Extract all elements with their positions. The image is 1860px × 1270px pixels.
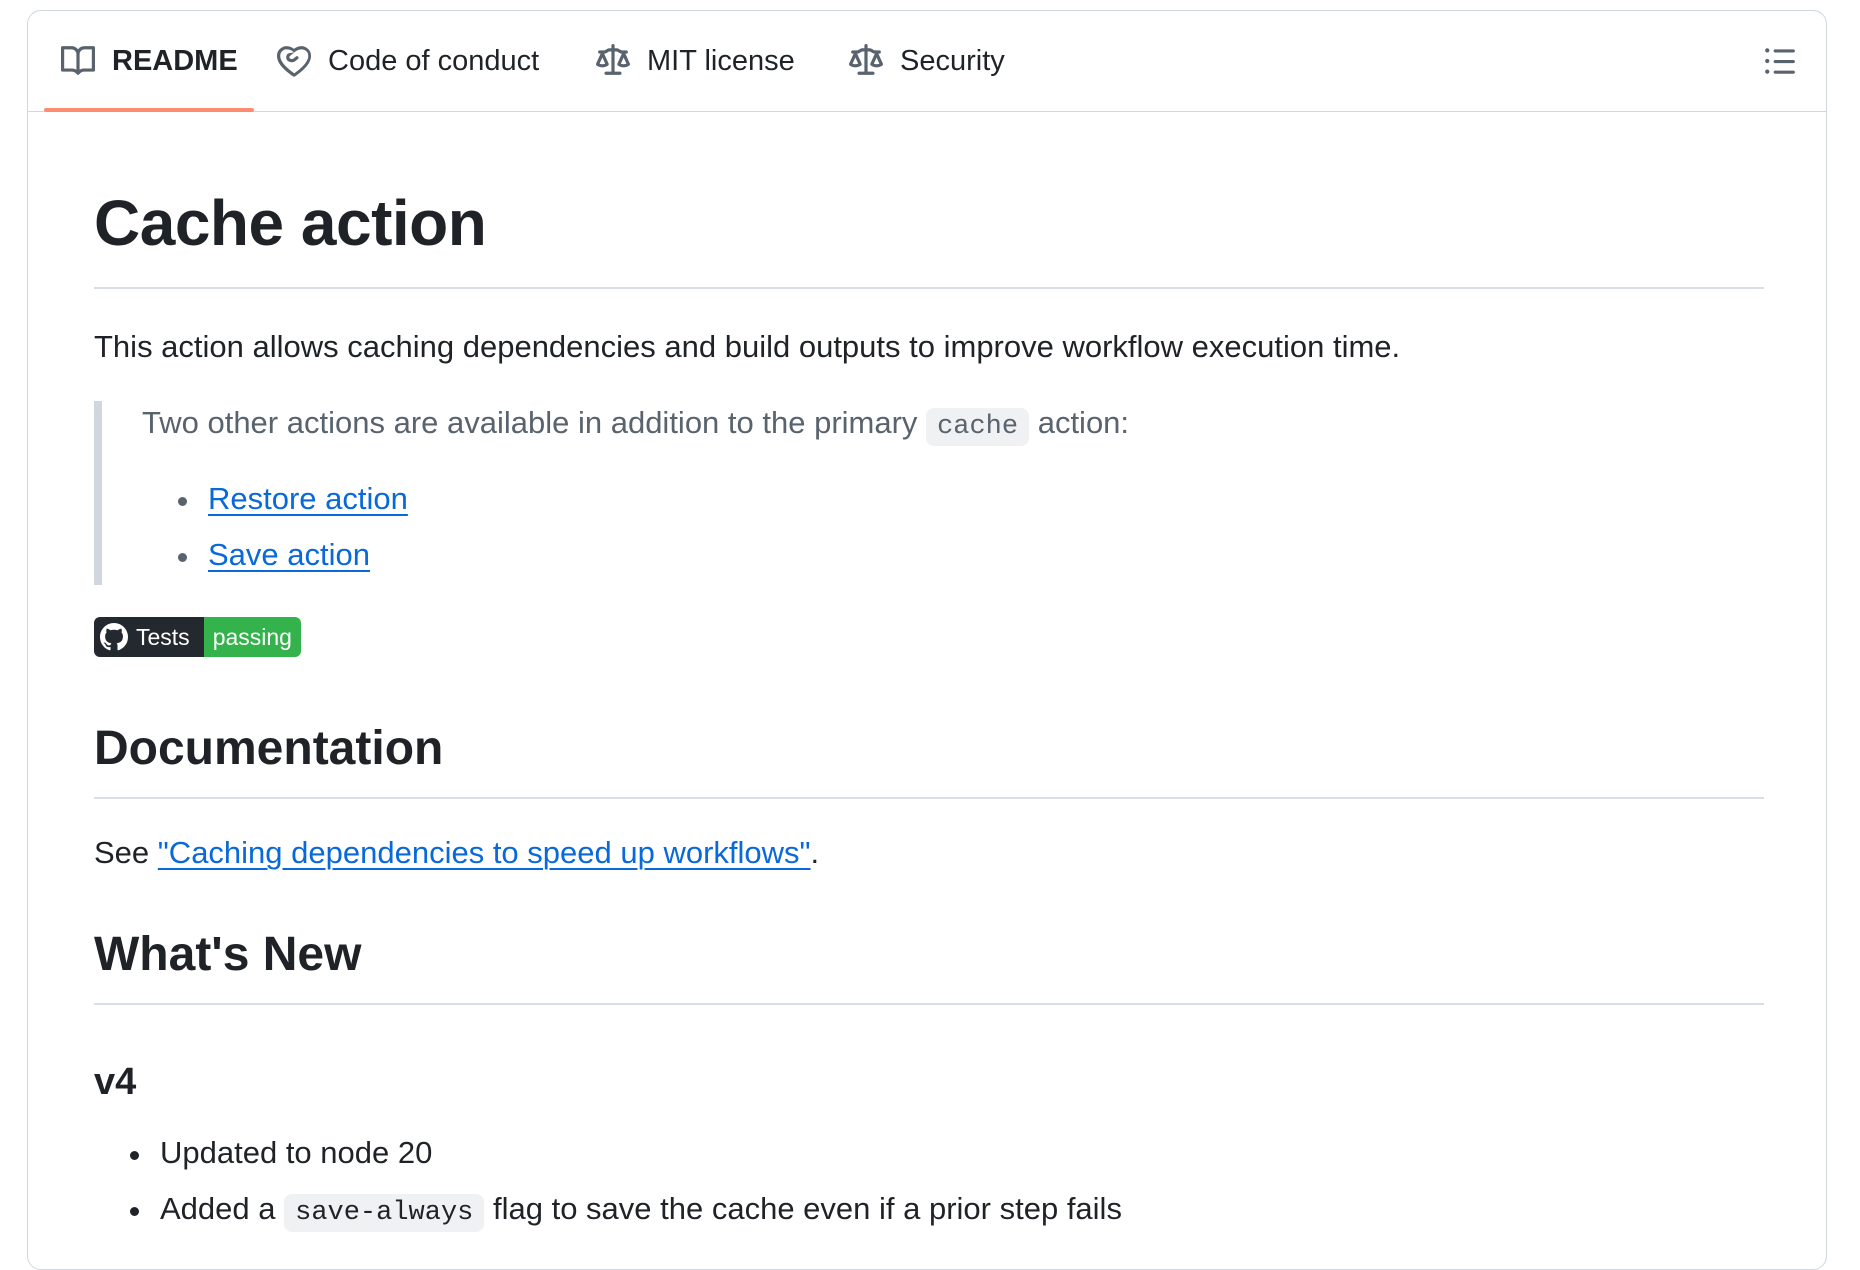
tab-security[interactable]: Security [848, 11, 1005, 111]
badge-label-text: Tests [136, 623, 190, 650]
badge-status: passing [203, 617, 301, 657]
page-title: Cache action [94, 187, 487, 259]
inline-code-cache: cache [926, 408, 1030, 446]
documentation-prefix: See [94, 835, 150, 870]
list-item: Updated to node 20 [130, 1125, 1122, 1181]
whats-new-divider [94, 1003, 1764, 1005]
blockquote-note: Two other actions are available in addit… [94, 401, 1734, 585]
readme-panel: README Code of conduct MIT license Secur… [27, 10, 1827, 1270]
title-divider [94, 287, 1764, 289]
tab-readme-label: README [112, 44, 238, 77]
tab-code-of-conduct[interactable]: Code of conduct [276, 11, 539, 111]
readme-tab-bar: README Code of conduct MIT license Secur… [28, 11, 1826, 112]
list-item: Save action [178, 527, 408, 583]
caching-docs-link[interactable]: "Caching dependencies to speed up workfl… [158, 835, 811, 870]
law-icon [595, 43, 631, 79]
whats-new-heading: What's New [94, 928, 362, 981]
save-action-link[interactable]: Save action [208, 537, 370, 572]
list-item: Restore action [178, 471, 408, 527]
documentation-suffix: . [810, 835, 820, 870]
restore-action-link[interactable]: Restore action [208, 481, 408, 516]
changelog-item-suffix: flag to save the cache even if a prior s… [492, 1191, 1122, 1226]
tab-mit-license[interactable]: MIT license [595, 11, 795, 111]
law-icon [848, 43, 884, 79]
documentation-heading: Documentation [94, 722, 444, 775]
version-heading: v4 [94, 1061, 137, 1103]
note-suffix: action: [1037, 405, 1130, 440]
tab-readme[interactable]: README [44, 11, 254, 112]
code-of-conduct-icon [276, 43, 312, 79]
list-item: Added a save-always flag to save the cac… [130, 1181, 1122, 1241]
documentation-divider [94, 797, 1764, 799]
changelog-item-text: Updated to node 20 [160, 1135, 433, 1170]
note-text: Two other actions are available in addit… [142, 405, 1130, 446]
tab-code-of-conduct-label: Code of conduct [328, 44, 540, 77]
note-prefix: Two other actions are available in addit… [142, 405, 918, 440]
github-icon [100, 623, 128, 651]
tests-status-badge[interactable]: Tests passing [94, 617, 301, 657]
outline-button[interactable] [1758, 39, 1802, 83]
badge-label: Tests [94, 617, 204, 657]
list-unordered-icon [1765, 48, 1795, 74]
changelog-item-prefix: Added a [160, 1191, 276, 1226]
book-icon [60, 43, 96, 79]
documentation-paragraph: See "Caching dependencies to speed up wo… [94, 833, 819, 873]
inline-code-save-always: save-always [284, 1194, 485, 1232]
whats-new-list: Updated to node 20 Added a save-always f… [130, 1125, 1122, 1241]
tab-security-label: Security [900, 44, 1005, 77]
intro-paragraph: This action allows caching dependencies … [94, 329, 1401, 364]
note-link-list: Restore action Save action [178, 471, 408, 583]
tab-mit-license-label: MIT license [647, 44, 795, 77]
